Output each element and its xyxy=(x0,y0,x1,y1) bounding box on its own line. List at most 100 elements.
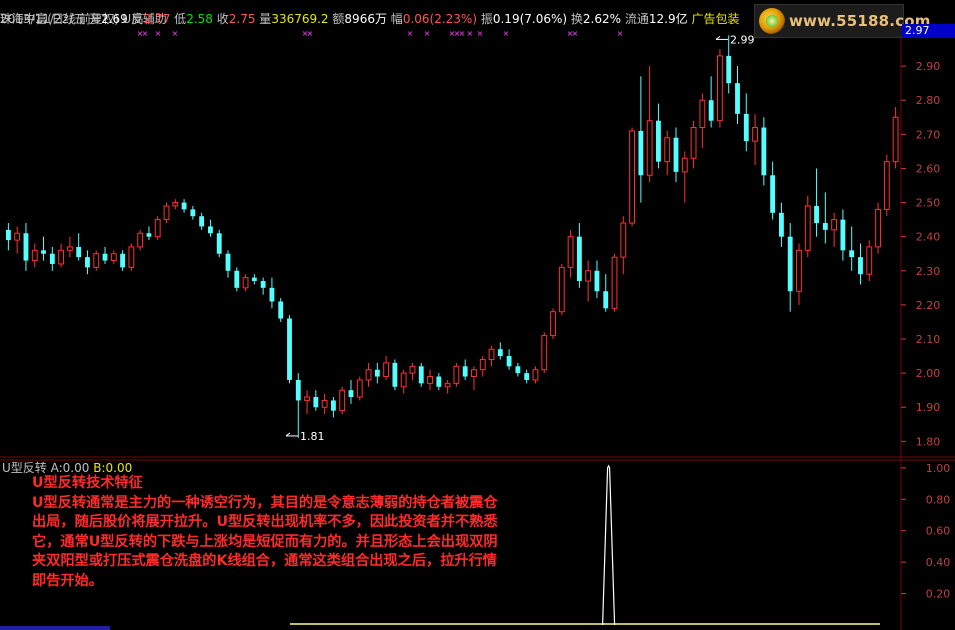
candle-body xyxy=(154,219,161,238)
candle-body xyxy=(392,362,398,387)
candle-body xyxy=(892,116,899,163)
candle xyxy=(875,202,881,254)
price-tick-label: 2.90 xyxy=(916,60,941,73)
site-logo[interactable]: www.55188.com xyxy=(754,4,930,38)
candle-body xyxy=(5,229,11,241)
candle-body xyxy=(761,127,767,176)
candle xyxy=(392,359,398,391)
candle xyxy=(752,113,758,166)
ad-link[interactable]: 广告包装 xyxy=(691,12,739,26)
candle xyxy=(225,250,231,278)
candle xyxy=(260,277,266,295)
candle xyxy=(735,66,740,125)
candle xyxy=(822,192,828,244)
indicator-panel-name: U型反转 xyxy=(2,461,47,475)
candle xyxy=(304,390,310,415)
candle-body xyxy=(66,246,73,251)
candle-body xyxy=(814,205,819,224)
candle xyxy=(576,223,582,288)
price-tick-label: 2.30 xyxy=(916,265,941,278)
candle xyxy=(444,379,451,394)
price-tick-label: 2.50 xyxy=(916,197,941,210)
candle xyxy=(66,236,73,258)
price-tick-label: 1.80 xyxy=(916,435,941,448)
candle xyxy=(242,274,249,292)
candle xyxy=(883,154,890,217)
candle xyxy=(778,202,784,247)
indicator-a-label: A: xyxy=(50,461,63,475)
candle-body xyxy=(515,366,521,374)
candle xyxy=(743,93,749,152)
candle-body xyxy=(102,253,108,261)
indicator-tick-label: 0.80 xyxy=(926,493,951,506)
candle-body xyxy=(681,157,688,173)
candle xyxy=(418,362,424,387)
candle-body xyxy=(770,175,776,213)
candle xyxy=(488,345,495,367)
price-tick-label: 2.10 xyxy=(916,333,941,346)
candle-body xyxy=(743,113,749,142)
candle xyxy=(849,226,855,271)
candle-body xyxy=(85,257,90,268)
candle xyxy=(550,308,556,340)
candle xyxy=(234,267,240,292)
candle-body xyxy=(137,232,144,248)
signal-marker: × xyxy=(459,29,466,38)
candle xyxy=(814,168,819,237)
candle-body xyxy=(146,233,152,237)
candle-body xyxy=(840,219,846,251)
candle xyxy=(41,236,46,261)
candle-body xyxy=(831,219,838,231)
candle-body xyxy=(444,382,451,388)
candle xyxy=(681,151,688,203)
candle xyxy=(400,369,407,394)
candle xyxy=(567,229,574,278)
candle-body xyxy=(646,120,653,176)
candle-body xyxy=(804,205,811,251)
turnover-label: 换 xyxy=(570,12,583,26)
candle-body xyxy=(242,277,249,289)
candle xyxy=(374,362,380,384)
candle-body xyxy=(251,277,257,282)
candle xyxy=(708,76,714,128)
candle xyxy=(638,76,644,203)
candle-body xyxy=(14,232,21,241)
candle xyxy=(804,195,811,258)
candle-body xyxy=(567,236,574,268)
candle-body xyxy=(620,222,627,258)
candle-body xyxy=(664,137,671,163)
ohlc-row: 2013/11/22/五 开2.69 高2.77 低2.58 收2.75 量33… xyxy=(0,11,739,27)
candle-body xyxy=(532,369,539,381)
price-axis: 2.90 2.80 2.70 2.60 2.50 2.40 2.30 2.20 2.10 2.00… xyxy=(901,60,951,601)
high-value: 2.77 xyxy=(143,12,171,26)
candle-body xyxy=(603,291,609,309)
candle-body xyxy=(163,205,170,221)
candle-body xyxy=(234,270,240,288)
candle xyxy=(629,127,635,227)
candle xyxy=(603,274,609,312)
candle xyxy=(154,216,161,241)
price-tick-label: 2.20 xyxy=(916,299,941,312)
candle xyxy=(831,212,838,247)
candle-body xyxy=(497,349,503,357)
candle-body xyxy=(708,100,714,121)
candle-body xyxy=(41,250,46,254)
candle-body xyxy=(436,376,442,387)
change-label: 幅 xyxy=(390,12,403,26)
date-value: 2013/11/22/五 xyxy=(0,12,86,26)
candle-body xyxy=(796,249,802,292)
candle-body xyxy=(462,366,468,377)
candle-body xyxy=(849,250,855,258)
signal-marker: × xyxy=(477,29,484,38)
candle-body xyxy=(216,233,222,254)
candle xyxy=(76,233,82,261)
candle xyxy=(137,229,144,251)
candle xyxy=(278,298,284,322)
candle xyxy=(23,223,29,271)
candle xyxy=(128,243,135,271)
candle-body xyxy=(453,365,460,384)
open-value: 2.69 xyxy=(101,12,128,26)
price-tick-label: 2.00 xyxy=(916,367,941,380)
candle-body xyxy=(875,208,881,248)
horizontal-scrollbar[interactable] xyxy=(0,626,110,630)
